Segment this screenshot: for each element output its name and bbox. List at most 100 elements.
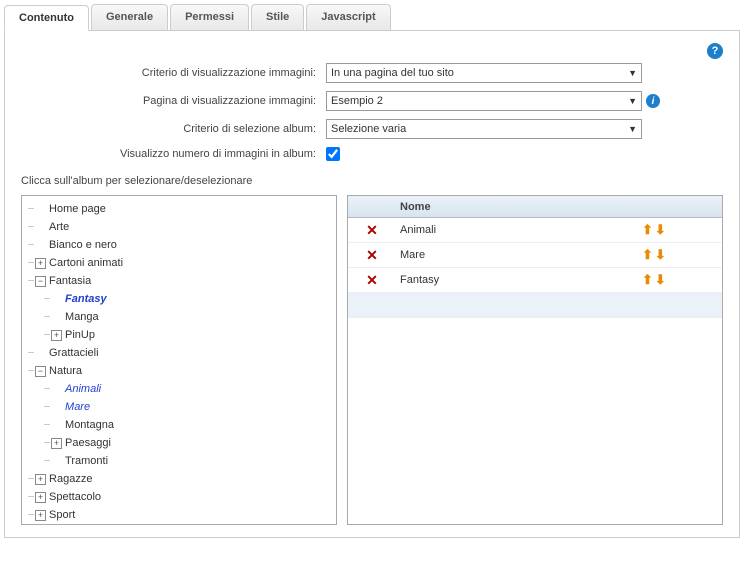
select-crit-sel[interactable]: Selezione varia ▼ — [326, 119, 642, 139]
table-cell-name: Mare — [396, 249, 642, 261]
help-icon[interactable]: ? — [707, 43, 723, 59]
tree-node[interactable]: ┄ Animali — [28, 380, 330, 398]
chevron-down-icon: ▼ — [628, 68, 637, 78]
select-crit-vis-value: In una pagina del tuo sito — [331, 67, 454, 79]
tree-connector-icon: ┄ — [28, 492, 33, 503]
tree-connector-icon: ┄ — [44, 402, 49, 413]
tree-node-label[interactable]: Montagna — [65, 419, 114, 431]
tree-node[interactable]: ┄+Spettacolo — [28, 488, 330, 506]
table-row: ✕ Mare⬆⬇ — [348, 243, 722, 268]
tree-node[interactable]: ┄+Veicoli — [28, 524, 330, 525]
arrow-down-icon[interactable]: ⬇ — [655, 247, 666, 263]
tree-connector-icon: ┄ — [44, 330, 49, 341]
tab-javascript[interactable]: Javascript — [306, 4, 390, 30]
expand-icon[interactable]: + — [35, 258, 46, 269]
tree-node-label[interactable]: Arte — [49, 221, 69, 233]
tree-connector-icon: ┄ — [44, 420, 49, 431]
tree-node[interactable]: ┄+Ragazze — [28, 470, 330, 488]
tab-panel: ? Criterio di visualizzazione immagini: … — [4, 31, 740, 538]
tree-connector-icon: ┄ — [28, 222, 33, 233]
tree-node[interactable]: ┄ Fantasy — [28, 290, 330, 308]
tree-connector-icon: ┄ — [44, 312, 49, 323]
tree-node[interactable]: ┄+PinUp — [28, 326, 330, 344]
tree-connector-icon: ┄ — [28, 510, 33, 521]
tree-node[interactable]: ┄ Bianco e nero — [28, 236, 330, 254]
label-show-num: Visualizzo numero di immagini in album: — [21, 148, 326, 160]
chevron-down-icon: ▼ — [628, 96, 637, 106]
tree-node-label[interactable]: Fantasy — [65, 293, 107, 305]
tree-connector-icon: ┄ — [28, 276, 33, 287]
table-row: ✕Animali⬆⬇ — [348, 218, 722, 243]
chevron-down-icon: ▼ — [628, 124, 637, 134]
expand-icon[interactable]: + — [51, 330, 62, 341]
tab-contenuto[interactable]: Contenuto — [4, 5, 89, 31]
label-pag-vis: Pagina di visualizzazione immagini: — [21, 95, 326, 107]
remove-icon[interactable]: ✕ — [366, 247, 378, 263]
selection-table: Nome ✕Animali⬆⬇✕Mare⬆⬇✕Fantasy⬆⬇ — [347, 195, 723, 525]
tree-node-label[interactable]: PinUp — [65, 329, 95, 341]
tree-node-label[interactable]: Manga — [65, 311, 99, 323]
tree-node-label[interactable]: Bianco e nero — [49, 239, 117, 251]
tree-node[interactable]: ┄+Paesaggi — [28, 434, 330, 452]
tab-stile[interactable]: Stile — [251, 4, 304, 30]
remove-icon[interactable]: ✕ — [366, 272, 378, 288]
tree-connector-icon: ┄ — [28, 366, 33, 377]
tree-node[interactable]: ┄+Cartoni animati — [28, 254, 330, 272]
collapse-icon[interactable]: − — [35, 366, 46, 377]
table-empty-row — [348, 293, 722, 318]
tree-node[interactable]: ┄Grattacieli — [28, 344, 330, 362]
tree-node-label[interactable]: Ragazze — [49, 473, 92, 485]
tree-connector-icon: ┄ — [28, 474, 33, 485]
info-icon[interactable]: i — [646, 94, 660, 108]
album-tree[interactable]: ┄Home page┄Arte┄Bianco e nero┄+Cartoni a… — [21, 195, 337, 525]
tree-connector-icon: ┄ — [44, 384, 49, 395]
select-crit-vis[interactable]: In una pagina del tuo sito ▼ — [326, 63, 642, 83]
tab-bar: ContenutoGeneralePermessiStileJavascript — [4, 4, 740, 31]
tree-connector-icon: ┄ — [28, 204, 33, 215]
tree-node-label[interactable]: Paesaggi — [65, 437, 111, 449]
expand-icon[interactable]: + — [51, 438, 62, 449]
arrow-up-icon[interactable]: ⬆ — [642, 272, 653, 288]
tree-node-label[interactable]: Spettacolo — [49, 491, 101, 503]
tree-node[interactable]: ┄−Fantasia — [28, 272, 330, 290]
arrow-up-icon[interactable]: ⬆ — [642, 222, 653, 238]
tree-node[interactable]: ┄ Arte — [28, 218, 330, 236]
expand-icon[interactable]: + — [35, 510, 46, 521]
tree-node-label[interactable]: Fantasia — [49, 275, 91, 287]
checkbox-show-num[interactable] — [326, 147, 340, 161]
tab-generale[interactable]: Generale — [91, 4, 168, 30]
tree-node[interactable]: ┄ Tramonti — [28, 452, 330, 470]
tree-node-label[interactable]: Tramonti — [65, 455, 108, 467]
instruction-text: Clicca sull'album per selezionare/desele… — [21, 175, 723, 187]
tree-node-label[interactable]: Mare — [65, 401, 90, 413]
arrow-up-icon[interactable]: ⬆ — [642, 247, 653, 263]
tree-node[interactable]: ┄ Mare — [28, 398, 330, 416]
expand-icon[interactable]: + — [35, 492, 46, 503]
tree-node-label[interactable]: Animali — [65, 383, 101, 395]
tree-node[interactable]: ┄ Manga — [28, 308, 330, 326]
table-header-name: Nome — [396, 201, 642, 213]
tree-connector-icon: ┄ — [44, 294, 49, 305]
tree-connector-icon: ┄ — [44, 438, 49, 449]
table-row: ✕Fantasy⬆⬇ — [348, 268, 722, 293]
tree-connector-icon: ┄ — [28, 240, 33, 251]
tree-node-label[interactable]: Cartoni animati — [49, 257, 123, 269]
tree-node-label[interactable]: Home page — [49, 203, 106, 215]
tree-node[interactable]: ┄+Sport — [28, 506, 330, 524]
tree-node-label[interactable]: Grattacieli — [49, 347, 99, 359]
select-crit-sel-value: Selezione varia — [331, 123, 406, 135]
tree-connector-icon: ┄ — [44, 456, 49, 467]
expand-icon[interactable]: + — [35, 474, 46, 485]
arrow-down-icon[interactable]: ⬇ — [655, 222, 666, 238]
collapse-icon[interactable]: − — [35, 276, 46, 287]
tree-node[interactable]: ┄−Natura — [28, 362, 330, 380]
tree-node[interactable]: ┄ Home page — [28, 200, 330, 218]
select-pag-vis[interactable]: Esempio 2 ▼ — [326, 91, 642, 111]
tree-node-label[interactable]: Sport — [49, 509, 75, 521]
tab-permessi[interactable]: Permessi — [170, 4, 249, 30]
tree-connector-icon: ┄ — [28, 258, 33, 269]
remove-icon[interactable]: ✕ — [366, 222, 378, 238]
tree-node[interactable]: ┄ Montagna — [28, 416, 330, 434]
tree-node-label[interactable]: Natura — [49, 365, 82, 377]
arrow-down-icon[interactable]: ⬇ — [655, 272, 666, 288]
